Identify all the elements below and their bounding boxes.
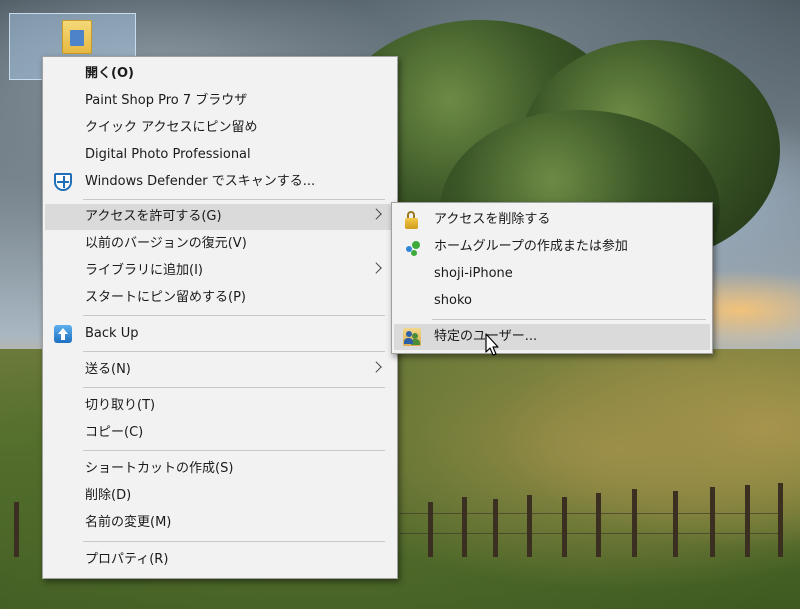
shield-icon [54,173,72,191]
mouse-cursor-icon [485,333,499,356]
submenu-item-user-shoji-iphone[interactable]: shoji-iPhone [394,261,710,287]
menu-item-defender-scan[interactable]: Windows Defender でスキャンする... [45,169,395,195]
menu-item-label: 以前のバージョンの復元(V) [85,236,247,251]
menu-item-label: クイック アクセスにピン留め [85,120,258,135]
chevron-right-icon [370,262,382,274]
submenu-item-specific-people[interactable]: 特定のユーザー... [394,324,710,350]
menu-item-label: アクセスを削除する [434,212,551,227]
give-access-submenu: アクセスを削除する ホームグループの作成または参加 shoji-iPhone s… [391,202,713,354]
menu-item-properties[interactable]: プロパティ(R) [45,547,395,573]
menu-item-label: shoko [434,293,472,308]
menu-item-label: 送る(N) [85,362,131,377]
menu-item-label: アクセスを許可する(G) [85,209,222,224]
menu-item-label: 開く(O) [85,66,134,81]
menu-item-restore-previous[interactable]: 以前のバージョンの復元(V) [45,231,395,257]
menu-item-label: Paint Shop Pro 7 ブラウザ [85,93,248,108]
menu-separator [83,387,385,388]
fence-post [428,502,433,557]
menu-item-back-up[interactable]: Back Up [45,321,395,347]
context-menu: 開く(O) Paint Shop Pro 7 ブラウザ クイック アクセスにピン… [42,56,398,579]
menu-separator [83,541,385,542]
menu-item-label: プロパティ(R) [85,552,169,567]
menu-item-label: shoji-iPhone [434,266,513,281]
folder-icon [62,20,92,54]
submenu-item-remove-access[interactable]: アクセスを削除する [394,207,710,233]
menu-item-pin-to-start[interactable]: スタートにピン留めする(P) [45,285,395,311]
menu-item-label: Digital Photo Professional [85,147,251,162]
menu-item-pin-quick-access[interactable]: クイック アクセスにピン留め [45,115,395,141]
menu-item-label: Back Up [85,326,139,341]
menu-separator [83,450,385,451]
menu-item-label: ホームグループの作成または参加 [434,239,628,254]
lock-icon [403,211,421,229]
menu-item-digital-photo-professional[interactable]: Digital Photo Professional [45,142,395,168]
fence-post [493,499,498,557]
menu-separator [83,199,385,200]
menu-item-give-access[interactable]: アクセスを許可する(G) [45,204,395,230]
fence-post [632,489,637,557]
menu-item-label: スタートにピン留めする(P) [85,290,246,305]
menu-item-delete[interactable]: 削除(D) [45,483,395,509]
menu-separator [83,315,385,316]
fence-post [596,493,601,557]
menu-item-label: ライブラリに追加(I) [85,263,203,278]
menu-separator [83,351,385,352]
menu-item-label: ショートカットの作成(S) [85,461,234,476]
menu-item-label: 切り取り(T) [85,398,156,413]
fence-post [14,502,19,557]
menu-item-add-to-library[interactable]: ライブラリに追加(I) [45,258,395,284]
menu-item-send-to[interactable]: 送る(N) [45,357,395,383]
menu-item-cut[interactable]: 切り取り(T) [45,393,395,419]
menu-item-label: 削除(D) [85,488,132,503]
backup-icon [54,325,72,343]
fence-post [673,491,678,557]
fence-post [745,485,750,557]
submenu-item-user-shoko[interactable]: shoko [394,288,710,314]
menu-item-open[interactable]: 開く(O) [45,61,395,87]
users-icon [403,328,421,346]
menu-item-label: Windows Defender でスキャンする... [85,174,316,189]
menu-item-label: コピー(C) [85,425,144,440]
menu-item-paint-shop-pro[interactable]: Paint Shop Pro 7 ブラウザ [45,88,395,114]
fence-wire [400,533,780,534]
chevron-right-icon [370,208,382,220]
fence-post [527,495,532,557]
chevron-right-icon [370,361,382,373]
menu-item-rename[interactable]: 名前の変更(M) [45,510,395,536]
menu-item-create-shortcut[interactable]: ショートカットの作成(S) [45,456,395,482]
fence-post [710,487,715,557]
submenu-item-homegroup[interactable]: ホームグループの作成または参加 [394,234,710,260]
fence-wire [400,513,780,514]
fence-post [778,483,783,557]
homegroup-icon [403,238,421,256]
menu-item-label: 名前の変更(M) [85,515,172,530]
menu-separator [432,319,706,320]
menu-item-copy[interactable]: コピー(C) [45,420,395,446]
fence-post [462,497,467,557]
fence-post [562,497,567,557]
